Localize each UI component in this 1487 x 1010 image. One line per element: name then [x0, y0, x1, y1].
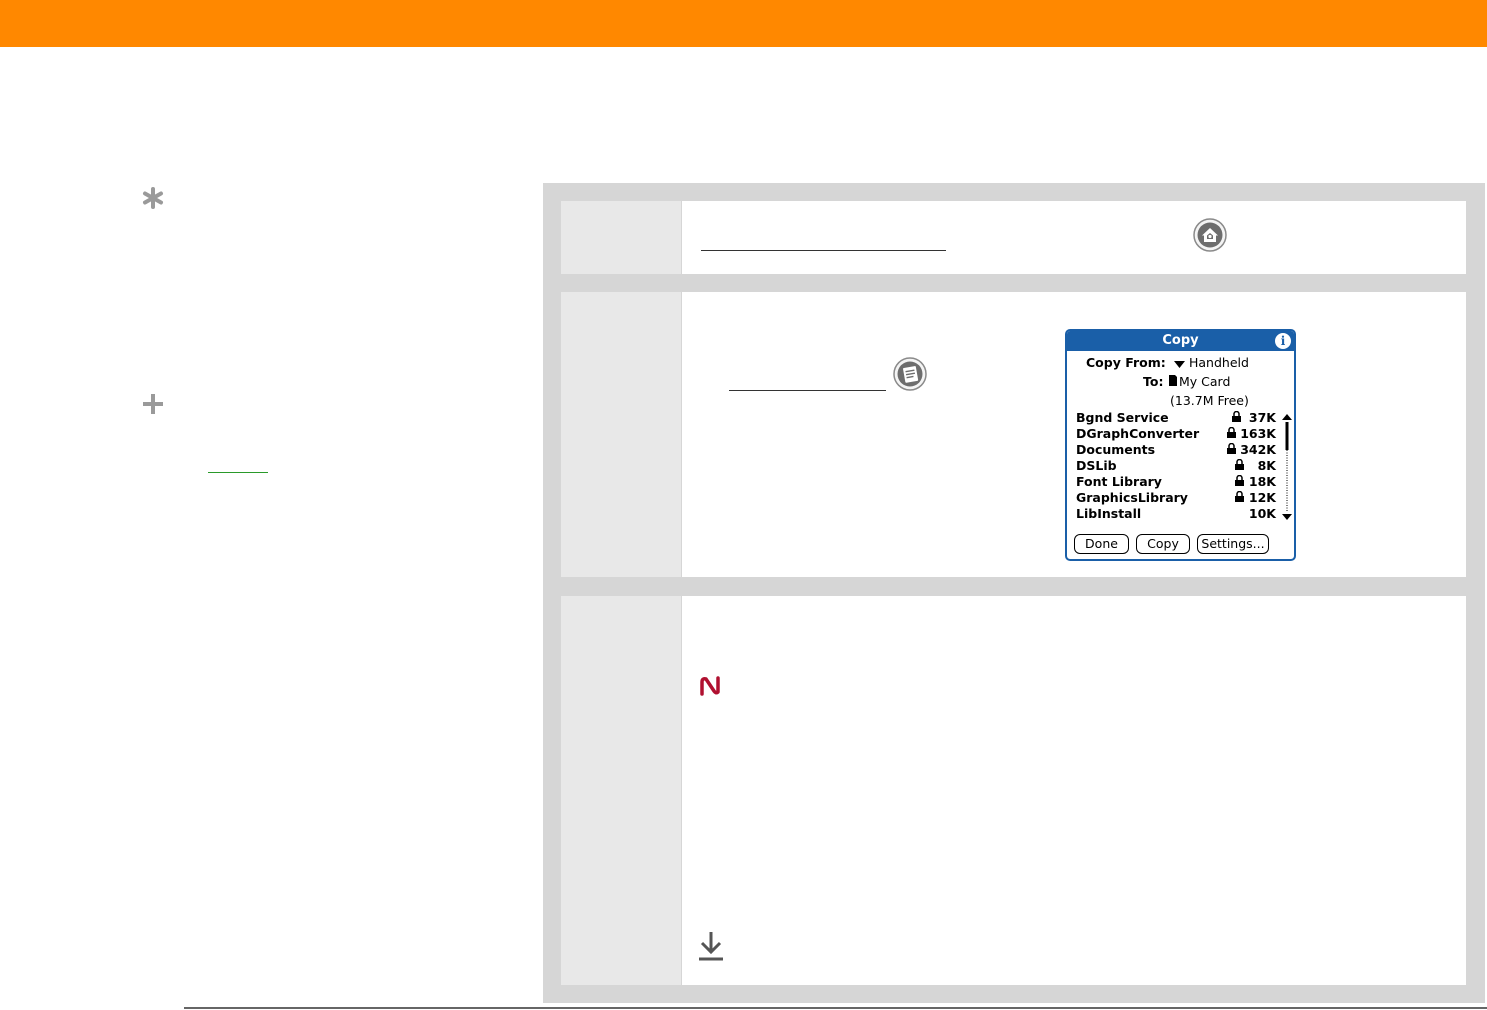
list-item-size: 163K: [1240, 426, 1276, 441]
copy-from-label: Copy From:: [1086, 355, 1166, 370]
step-2-number-cell: [561, 292, 681, 577]
card-icon: [1169, 375, 1177, 386]
free-space-text: (13.7M Free): [1170, 393, 1249, 408]
copy-from-dropdown-arrow-icon[interactable]: [1174, 361, 1185, 368]
list-item-name: DGraphConverter: [1076, 426, 1200, 441]
lock-icon: [1227, 427, 1236, 438]
list-item-name: Documents: [1076, 442, 1156, 457]
list-item-name: Font Library: [1076, 474, 1162, 489]
to-label: To:: [1143, 374, 1164, 389]
info-icon[interactable]: i: [1275, 333, 1291, 349]
copy-dialog-title: Copy i: [1067, 331, 1294, 351]
list-item[interactable]: GraphicsLibrary 12K: [1076, 490, 1276, 506]
home-icon[interactable]: [1193, 218, 1227, 252]
list-item-name: GraphicsLibrary: [1076, 490, 1188, 505]
header-bar: [0, 0, 1487, 47]
list-item[interactable]: DSLib 8K: [1076, 458, 1276, 474]
sidebar-link[interactable]: [208, 451, 268, 473]
list-item-size: 12K: [1248, 490, 1276, 505]
list-item[interactable]: Bgnd Service 37K: [1076, 410, 1276, 426]
copy-from-value[interactable]: Handheld: [1189, 355, 1249, 370]
copy-button[interactable]: Copy: [1136, 534, 1190, 554]
lock-icon: [1235, 459, 1244, 470]
lock-icon: [1235, 491, 1244, 502]
list-item-size: 8K: [1257, 458, 1276, 473]
plus-icon: [140, 391, 166, 417]
copy-dialog-title-text: Copy: [1162, 333, 1199, 348]
step-2-link[interactable]: [729, 371, 886, 391]
step-1-link[interactable]: [701, 231, 946, 251]
list-item-name: Bgnd Service: [1076, 410, 1169, 425]
list-item-size: 342K: [1240, 442, 1276, 457]
list-item-size: 10K: [1248, 506, 1276, 521]
list-item-size: 18K: [1248, 474, 1276, 489]
list-item[interactable]: Documents 342K: [1076, 442, 1276, 458]
list-item[interactable]: LibInstall 10K: [1076, 506, 1276, 522]
list-item[interactable]: Font Library 18K: [1076, 474, 1276, 490]
down-arrow-icon[interactable]: [698, 930, 724, 962]
done-button[interactable]: Done: [1074, 534, 1129, 554]
lock-icon: [1232, 411, 1241, 422]
step-3-body: [682, 596, 1466, 985]
list-item-name: LibInstall: [1076, 506, 1142, 521]
step-1-number-cell: [561, 201, 681, 274]
list-item-size: 37K: [1248, 410, 1276, 425]
list-item[interactable]: DGraphConverter 163K: [1076, 426, 1276, 442]
palmos-warning-icon: [700, 676, 720, 696]
list-scrollbar[interactable]: [1281, 414, 1293, 520]
settings-button[interactable]: Settings...: [1197, 534, 1269, 554]
footer-rule: [184, 1007, 1487, 1009]
to-value[interactable]: My Card: [1179, 374, 1230, 389]
step-3-number-cell: [561, 596, 681, 985]
list-item-name: DSLib: [1076, 458, 1117, 473]
lock-icon: [1235, 475, 1244, 486]
lock-icon: [1227, 443, 1236, 454]
copy-dialog: Copy i Copy From: Handheld To: My Card (…: [1065, 329, 1296, 561]
asterisk-icon: [140, 185, 166, 211]
menu-icon[interactable]: [893, 357, 927, 391]
